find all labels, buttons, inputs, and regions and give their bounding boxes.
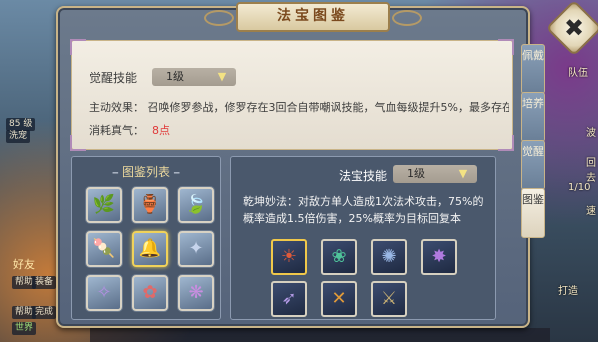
treasure-catalog-dialog: 法宝图鉴 ✖ 觉醒技能 1级 ▼ 主动效果： 召唤修罗参战，修罗存在3回合自带嘲… xyxy=(56,0,598,328)
skill-4[interactable]: ✸ xyxy=(421,239,457,275)
catalog-item-3[interactable]: 🍃 xyxy=(178,187,214,223)
treasure-icon: 🔔 xyxy=(138,238,162,259)
skill-2[interactable]: ❀ xyxy=(321,239,357,275)
treasure-icon: ✧ xyxy=(96,282,112,303)
awaken-level-value: 1级 xyxy=(166,70,184,83)
treasure-icon: 🌿 xyxy=(92,194,116,215)
hud-wave: 波 xyxy=(586,128,596,139)
active-effect: 主动效果： 召唤修罗参战，修罗存在3回合自带嘲讽技能，气血每级提升5%，最多存在 xyxy=(89,99,509,115)
right-hud: 队伍 波 回去 1/10 速 打造 xyxy=(538,0,598,342)
tab-equip[interactable]: 佩戴 xyxy=(521,44,545,94)
catalog-list-title: 图鉴列表 xyxy=(72,163,220,180)
treasure-icon: ❋ xyxy=(188,282,204,303)
awaken-skill-label: 觉醒技能 xyxy=(89,71,138,85)
catalog-item-5[interactable]: 🔔 xyxy=(132,231,168,267)
energy-cost: 消耗真气： 8点 xyxy=(89,122,170,138)
hud-world[interactable]: 世界 xyxy=(12,322,37,335)
catalog-item-4[interactable]: 🍡 xyxy=(86,231,122,267)
dialog-title: 法宝图鉴 xyxy=(204,2,422,32)
skill-level-dropdown[interactable]: 1级 ▼ xyxy=(393,165,477,183)
skill-description: 乾坤妙法：对敌方单人造成1次法术攻击，75%的概率造成1.5倍伤害，25%概率为… xyxy=(243,193,487,227)
corner-ornament xyxy=(498,135,514,151)
hud-forge[interactable]: 打造 xyxy=(558,282,578,297)
chevron-down-icon: ▼ xyxy=(458,167,468,180)
skill-icon: ⚔ xyxy=(380,288,398,309)
skill-level-value: 1级 xyxy=(407,167,425,180)
corner-ornament xyxy=(70,135,86,151)
hud-team[interactable]: 队伍 xyxy=(568,64,588,79)
active-effect-label: 主动效果： xyxy=(89,101,144,114)
skill-icon: ✸ xyxy=(431,246,447,267)
energy-cost-value: 8点 xyxy=(152,124,170,137)
skill-6[interactable]: ✕ xyxy=(321,281,357,317)
hud-friends[interactable]: 好友 xyxy=(10,258,38,271)
treasure-icon: 🏺 xyxy=(138,194,162,215)
tab-awaken[interactable]: 觉醒 xyxy=(521,140,545,190)
skill-icon: ✕ xyxy=(331,288,347,309)
treasure-skill-panel: 法宝技能 1级 ▼ 乾坤妙法：对敌方单人造成1次法术攻击，75%的概率造成1.5… xyxy=(230,156,496,320)
skill-7[interactable]: ⚔ xyxy=(371,281,407,317)
catalog-list-panel: 图鉴列表 🌿 🏺 🍃 🍡 🔔 ✦ ✧ ✿ ❋ xyxy=(71,156,221,320)
treasure-icon: ✿ xyxy=(142,282,158,303)
skill-icon: ➶ xyxy=(281,288,297,309)
skill-icon: ✺ xyxy=(381,246,397,267)
chevron-down-icon: ▼ xyxy=(217,70,227,83)
skill-1[interactable]: ☀ xyxy=(271,239,307,275)
treasure-icon: 🍡 xyxy=(92,238,116,259)
hud-return: 回去 xyxy=(586,158,596,184)
treasure-icon: 🍃 xyxy=(184,194,208,215)
catalog-item-6[interactable]: ✦ xyxy=(178,231,214,267)
hud-counter: 1/10 xyxy=(568,182,591,193)
hud-speed: 速 xyxy=(586,206,596,217)
awaken-skill-panel: 觉醒技能 1级 ▼ 主动效果： 召唤修罗参战，修罗存在3回合自带嘲讽技能，气血每… xyxy=(70,39,514,151)
skill-description-name: 乾坤妙法： xyxy=(243,195,298,208)
tab-catalog[interactable]: 图鉴 xyxy=(521,188,545,238)
corner-ornament xyxy=(70,39,86,55)
hud-wash-pet[interactable]: 洗宠 xyxy=(6,130,31,143)
corner-ornament xyxy=(498,39,514,55)
treasure-icon: ✦ xyxy=(188,238,204,259)
energy-cost-label: 消耗真气： xyxy=(89,124,144,137)
left-hud: 85 级 洗宠 好友 帮助 装备 世界 帮助 完成 xyxy=(0,0,60,342)
hud-equip[interactable]: 装备 xyxy=(32,276,57,289)
skill-icon: ❀ xyxy=(331,246,347,267)
catalog-item-2[interactable]: 🏺 xyxy=(132,187,168,223)
close-icon: ✖ xyxy=(563,14,585,42)
catalog-item-1[interactable]: 🌿 xyxy=(86,187,122,223)
awaken-level-dropdown[interactable]: 1级 ▼ xyxy=(152,68,236,86)
skill-icon: ☀ xyxy=(280,246,298,267)
catalog-item-8[interactable]: ✿ xyxy=(132,275,168,311)
hud-complete[interactable]: 完成 xyxy=(32,306,57,319)
treasure-skill-label: 法宝技能 xyxy=(339,169,388,183)
skill-3[interactable]: ✺ xyxy=(371,239,407,275)
bottom-menu-bar xyxy=(90,328,550,342)
active-effect-text: 召唤修罗参战，修罗存在3回合自带嘲讽技能，气血每级提升5%，最多存在 xyxy=(147,101,510,114)
catalog-item-7[interactable]: ✧ xyxy=(86,275,122,311)
catalog-item-9[interactable]: ❋ xyxy=(178,275,214,311)
skill-5[interactable]: ➶ xyxy=(271,281,307,317)
tab-cultivate[interactable]: 培养 xyxy=(521,92,545,142)
